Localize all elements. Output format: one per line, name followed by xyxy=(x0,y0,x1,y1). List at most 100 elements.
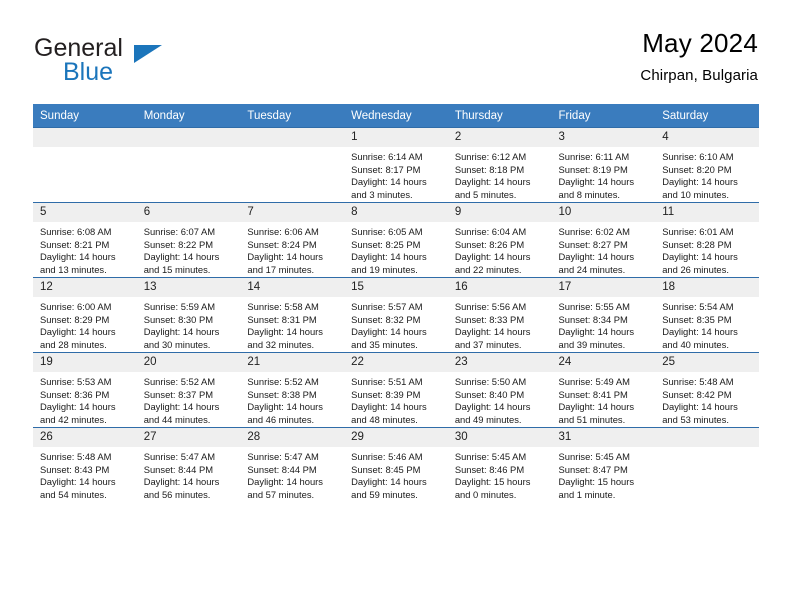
day-details: Sunrise: 6:02 AM Sunset: 8:27 PM Daylight:… xyxy=(552,222,656,276)
calendar-day-cell[interactable]: 20 Sunrise: 5:52 AM Sunset: 8:37 PM Dayligh… xyxy=(136,352,241,428)
day-details: Sunrise: 6:00 AM Sunset: 8:29 PM Daylight:… xyxy=(33,297,137,351)
calendar-day-cell[interactable]: 31 Sunrise: 5:45 AM Sunset: 8:47 PM Dayligh… xyxy=(551,427,656,502)
calendar-day-cell[interactable]: 17 Sunrise: 5:55 AM Sunset: 8:34 PM Dayligh… xyxy=(551,277,656,353)
daylight-text-line1: Daylight: 14 hours xyxy=(40,401,116,413)
calendar-day-cell xyxy=(655,427,759,502)
calendar-day-cell[interactable]: 12 Sunrise: 6:00 AM Sunset: 8:29 PM Dayligh… xyxy=(33,277,137,353)
calendar-day-cell[interactable]: 4 Sunrise: 6:10 AM Sunset: 8:20 PM Daylight… xyxy=(655,127,759,203)
daylight-text-line2: and 0 minutes. xyxy=(454,488,517,500)
calendar-day-cell[interactable]: 18 Sunrise: 5:54 AM Sunset: 8:35 PM Dayligh… xyxy=(655,277,759,353)
calendar-day-cell[interactable]: 29 Sunrise: 5:46 AM Sunset: 8:45 PM Dayligh… xyxy=(344,427,448,502)
calendar-day-cell[interactable]: 13 Sunrise: 5:59 AM Sunset: 8:30 PM Dayligh… xyxy=(136,277,241,353)
daylight-text-line1: Daylight: 14 hours xyxy=(143,251,220,263)
day-number: 26 xyxy=(33,428,137,447)
weekday-header-tuesday: Tuesday xyxy=(240,104,345,128)
day-details: Sunrise: 5:46 AM Sunset: 8:45 PM Daylight:… xyxy=(344,447,448,501)
daylight-text-line1: Daylight: 14 hours xyxy=(558,401,635,413)
day-number xyxy=(136,128,241,147)
day-details: Sunrise: 5:49 AM Sunset: 8:41 PM Daylight:… xyxy=(552,372,656,426)
calendar-day-cell[interactable]: 25 Sunrise: 5:48 AM Sunset: 8:42 PM Dayligh… xyxy=(655,352,759,428)
page-title: May 2024 xyxy=(642,28,758,58)
day-number: 16 xyxy=(447,278,552,297)
daylight-text-line2: and 26 minutes. xyxy=(662,263,729,275)
calendar-day-cell[interactable]: 9 Sunrise: 6:04 AM Sunset: 8:26 PM Daylight… xyxy=(447,202,552,278)
sunset-text: Sunset: 8:24 PM xyxy=(247,238,317,250)
day-details: Sunrise: 6:05 AM Sunset: 8:25 PM Daylight:… xyxy=(344,222,448,276)
brand-logo[interactable]: General Blue xyxy=(34,34,214,90)
daylight-text-line2: and 22 minutes. xyxy=(454,263,522,275)
day-number: 7 xyxy=(240,203,345,222)
day-number: 19 xyxy=(33,353,137,372)
calendar-day-cell[interactable]: 30 Sunrise: 5:45 AM Sunset: 8:46 PM Dayligh… xyxy=(447,427,552,502)
calendar-day-cell[interactable]: 27 Sunrise: 5:47 AM Sunset: 8:44 PM Dayligh… xyxy=(136,427,241,502)
calendar-day-cell[interactable]: 14 Sunrise: 5:58 AM Sunset: 8:31 PM Dayligh… xyxy=(240,277,345,353)
day-details: Sunrise: 6:12 AM Sunset: 8:18 PM Daylight:… xyxy=(448,147,552,201)
daylight-text-line1: Daylight: 14 hours xyxy=(40,326,116,338)
calendar-day-cell[interactable]: 16 Sunrise: 5:56 AM Sunset: 8:33 PM Dayligh… xyxy=(447,277,552,353)
calendar-day-cell[interactable]: 28 Sunrise: 5:47 AM Sunset: 8:44 PM Dayligh… xyxy=(240,427,345,502)
sunset-text: Sunset: 8:36 PM xyxy=(40,388,110,400)
daylight-text-line2: and 53 minutes. xyxy=(662,413,729,425)
calendar-day-cell[interactable]: 22 Sunrise: 5:51 AM Sunset: 8:39 PM Dayligh… xyxy=(344,352,448,428)
daylight-text-line2: and 13 minutes. xyxy=(40,263,107,275)
calendar-day-cell[interactable]: 6 Sunrise: 6:07 AM Sunset: 8:22 PM Daylight… xyxy=(136,202,241,278)
sunrise-text: Sunrise: 6:11 AM xyxy=(558,151,630,162)
calendar-day-cell[interactable]: 7 Sunrise: 6:06 AM Sunset: 8:24 PM Daylight… xyxy=(240,202,345,278)
daylight-text-line2: and 40 minutes. xyxy=(662,338,729,350)
daylight-text-line1: Daylight: 14 hours xyxy=(247,326,323,338)
calendar-day-cell[interactable]: 23 Sunrise: 5:50 AM Sunset: 8:40 PM Dayligh… xyxy=(447,352,552,428)
day-number: 25 xyxy=(655,353,759,372)
calendar-day-cell[interactable]: 2 Sunrise: 6:12 AM Sunset: 8:18 PM Daylight… xyxy=(447,127,552,203)
daylight-text-line1: Daylight: 14 hours xyxy=(247,476,323,488)
calendar-day-cell[interactable]: 10 Sunrise: 6:02 AM Sunset: 8:27 PM Dayligh… xyxy=(551,202,656,278)
calendar-body: 1 Sunrise: 6:14 AM Sunset: 8:17 PM Daylight… xyxy=(33,127,759,502)
calendar-day-cell[interactable]: 24 Sunrise: 5:49 AM Sunset: 8:41 PM Dayligh… xyxy=(551,352,656,428)
calendar-day-cell xyxy=(33,127,137,203)
sunrise-text: Sunrise: 6:02 AM xyxy=(558,226,630,237)
daylight-text-line1: Daylight: 14 hours xyxy=(558,326,635,338)
sunset-text: Sunset: 8:17 PM xyxy=(351,163,421,175)
daylight-text-line2: and 51 minutes. xyxy=(558,413,626,425)
daylight-text-line1: Daylight: 14 hours xyxy=(143,476,220,488)
sunset-text: Sunset: 8:42 PM xyxy=(662,388,732,400)
sunrise-text: Sunrise: 5:53 AM xyxy=(40,376,112,387)
title-block: May 2024 Chirpan, Bulgaria xyxy=(640,28,758,84)
day-number: 2 xyxy=(447,128,552,147)
sunset-text: Sunset: 8:30 PM xyxy=(143,313,214,325)
daylight-text-line2: and 37 minutes. xyxy=(454,338,522,350)
sunrise-text: Sunrise: 6:10 AM xyxy=(662,151,734,162)
calendar-day-cell[interactable]: 21 Sunrise: 5:52 AM Sunset: 8:38 PM Dayligh… xyxy=(240,352,345,428)
sunrise-text: Sunrise: 5:45 AM xyxy=(454,451,527,462)
sunset-text: Sunset: 8:44 PM xyxy=(143,463,214,475)
daylight-text-line1: Daylight: 14 hours xyxy=(143,401,220,413)
sunset-text: Sunset: 8:35 PM xyxy=(662,313,732,325)
sunset-text: Sunset: 8:45 PM xyxy=(351,463,421,475)
daylight-text-line1: Daylight: 14 hours xyxy=(247,401,323,413)
day-details: Sunrise: 5:45 AM Sunset: 8:47 PM Daylight:… xyxy=(552,447,656,501)
calendar-day-cell[interactable]: 8 Sunrise: 6:05 AM Sunset: 8:25 PM Daylight… xyxy=(344,202,448,278)
day-number: 22 xyxy=(344,353,448,372)
sunrise-text: Sunrise: 5:57 AM xyxy=(351,301,423,312)
calendar-day-cell[interactable]: 5 Sunrise: 6:08 AM Sunset: 8:21 PM Daylight… xyxy=(33,202,137,278)
sunset-text: Sunset: 8:26 PM xyxy=(454,238,525,250)
calendar-day-cell[interactable]: 11 Sunrise: 6:01 AM Sunset: 8:28 PM Dayligh… xyxy=(655,202,759,278)
sunset-text: Sunset: 8:43 PM xyxy=(40,463,110,475)
calendar-day-cell[interactable]: 15 Sunrise: 5:57 AM Sunset: 8:32 PM Dayligh… xyxy=(344,277,448,353)
sunset-text: Sunset: 8:39 PM xyxy=(351,388,421,400)
daylight-text-line2: and 24 minutes. xyxy=(558,263,626,275)
calendar-day-cell[interactable]: 19 Sunrise: 5:53 AM Sunset: 8:36 PM Dayligh… xyxy=(33,352,137,428)
calendar-day-cell[interactable]: 26 Sunrise: 5:48 AM Sunset: 8:43 PM Dayligh… xyxy=(33,427,137,502)
day-details: Sunrise: 5:47 AM Sunset: 8:44 PM Daylight:… xyxy=(137,447,241,501)
calendar-week-row: 19 Sunrise: 5:53 AM Sunset: 8:36 PM Dayligh… xyxy=(33,352,759,428)
daylight-text-line1: Daylight: 14 hours xyxy=(351,476,427,488)
daylight-text-line1: Daylight: 14 hours xyxy=(40,251,116,263)
calendar-week-row: 26 Sunrise: 5:48 AM Sunset: 8:43 PM Dayligh… xyxy=(33,427,759,502)
day-number: 9 xyxy=(447,203,552,222)
day-details: Sunrise: 6:14 AM Sunset: 8:17 PM Daylight:… xyxy=(344,147,448,201)
calendar-day-cell[interactable]: 1 Sunrise: 6:14 AM Sunset: 8:17 PM Daylight… xyxy=(344,127,448,203)
day-number: 17 xyxy=(551,278,656,297)
daylight-text-line1: Daylight: 14 hours xyxy=(351,401,427,413)
daylight-text-line2: and 54 minutes. xyxy=(40,488,107,500)
calendar-day-cell[interactable]: 3 Sunrise: 6:11 AM Sunset: 8:19 PM Daylight… xyxy=(551,127,656,203)
sunrise-text: Sunrise: 5:54 AM xyxy=(662,301,734,312)
